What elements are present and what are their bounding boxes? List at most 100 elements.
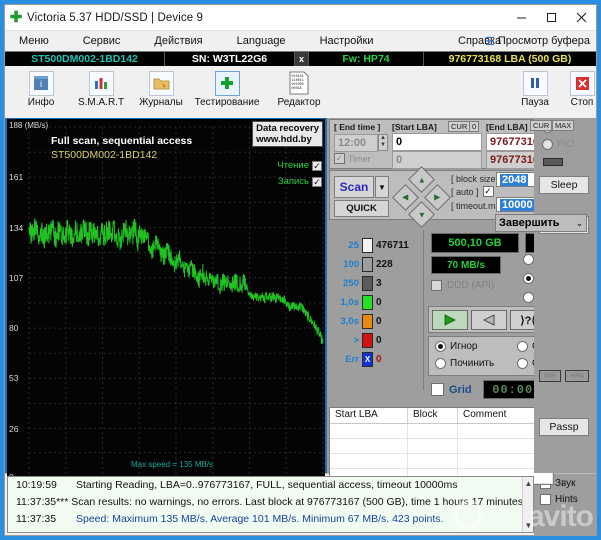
device-firmware: Fw: HP74 bbox=[309, 51, 424, 67]
end-lba-max-chip[interactable]: MAX bbox=[552, 120, 575, 131]
end-lba-cur-chip[interactable]: CUR bbox=[530, 120, 553, 131]
log-area: 10:19:59 Starting Reading, LBA=0..976773… bbox=[5, 473, 596, 535]
menu-item-menu[interactable]: Меню bbox=[13, 35, 55, 47]
defect-table-header: Start LBA Block Comment bbox=[330, 408, 553, 424]
block-stat-swatch-5 bbox=[362, 333, 373, 348]
block-stat-row-4: 3,0s 0 bbox=[333, 312, 423, 331]
grid-checkbox[interactable] bbox=[431, 383, 444, 396]
rewind-icon-button[interactable] bbox=[471, 310, 507, 330]
start-lba-input[interactable]: 0 bbox=[392, 133, 482, 151]
wr-button[interactable]: WR bbox=[539, 370, 561, 382]
play-icon-button[interactable] bbox=[432, 310, 468, 330]
block-stats-list: 25 476711 100 228 250 3 1,0s 0 3,0s 0 > … bbox=[333, 236, 423, 369]
write-radio-dot[interactable] bbox=[523, 292, 534, 303]
start-lba-cur-button[interactable]: CUR bbox=[448, 121, 471, 132]
auto-checkbox[interactable]: ✓ bbox=[482, 186, 494, 197]
block-stat-count-0: 476711 bbox=[376, 240, 409, 251]
toolbar-editor-button[interactable]: 010101 110011 101000 0001A Редактор bbox=[263, 68, 335, 108]
defect-table[interactable]: Start LBA Block Comment bbox=[329, 407, 554, 485]
end-time-spinner[interactable]: ▲ ▼ bbox=[378, 134, 388, 151]
svg-text:i: i bbox=[40, 79, 42, 89]
testing-plus-icon bbox=[214, 70, 240, 96]
passp-button[interactable]: Passp bbox=[539, 418, 589, 436]
pio-radio-dot[interactable] bbox=[542, 139, 553, 150]
maximize-icon[interactable] bbox=[536, 5, 566, 31]
scroll-down-icon[interactable]: ▼ bbox=[523, 521, 533, 530]
legend-write[interactable]: Запись ✓ bbox=[278, 176, 322, 187]
toolbar-info-label: Инфо bbox=[27, 97, 55, 108]
refresh-radio-dot[interactable] bbox=[517, 358, 528, 369]
ignore-radio-dot[interactable] bbox=[435, 341, 446, 352]
ddd-api-checkbox[interactable] bbox=[431, 280, 442, 291]
scan-button[interactable]: Scan bbox=[334, 176, 374, 198]
chevron-down-icon-3: ⌄ bbox=[576, 218, 583, 228]
scan-speed-graph[interactable]: 188 (MB/s) Full scan, sequential access … bbox=[7, 119, 325, 491]
hints-checkbox[interactable] bbox=[540, 494, 551, 505]
ddd-api-option[interactable]: DDD (API) bbox=[431, 280, 494, 291]
buffer-view-button[interactable]: ☰ Просмотр буфера bbox=[485, 35, 590, 48]
close-icon[interactable] bbox=[566, 5, 596, 31]
table-row[interactable] bbox=[330, 424, 553, 439]
sleep-button[interactable]: Sleep bbox=[539, 176, 589, 194]
block-size-label: [ block size ] bbox=[451, 174, 501, 184]
toolbar-stop-button[interactable]: Стоп bbox=[552, 68, 601, 108]
y-axis-tick-53: 53 bbox=[9, 373, 19, 384]
toolbar-smart-button[interactable]: S.M.A.R.T bbox=[71, 68, 131, 108]
read-radio-dot[interactable] bbox=[523, 273, 534, 284]
verify-radio-dot[interactable] bbox=[523, 254, 534, 265]
block-stat-count-2: 3 bbox=[376, 278, 382, 289]
screenshot-root: ✚ Victoria 5.37 HDD/SSD | Device 9 Меню … bbox=[0, 0, 601, 540]
end-lba-label: [End LBA] bbox=[486, 122, 528, 132]
end-time-input[interactable]: 12:00 bbox=[334, 134, 378, 152]
minimize-icon[interactable] bbox=[506, 5, 536, 31]
log-list[interactable]: 10:19:59 Starting Reading, LBA=0..976773… bbox=[7, 476, 534, 533]
log-text-1: *** Scan results: no warnings, no errors… bbox=[56, 496, 534, 508]
toolbar-logs-button[interactable]: Журналы bbox=[131, 68, 191, 108]
sound-label: Звук bbox=[555, 478, 576, 489]
block-size-value: 2048 bbox=[500, 173, 529, 186]
timer-label: Timer bbox=[348, 153, 371, 164]
scroll-up-icon[interactable]: ▲ bbox=[523, 479, 533, 488]
ddd-api-label: DDD (API) bbox=[447, 280, 495, 291]
defect-ignore-radio[interactable]: Игнор bbox=[435, 341, 477, 352]
table-row[interactable] bbox=[330, 454, 553, 469]
y-axis-tick-26: 26 bbox=[9, 423, 19, 434]
legend-read-checkbox[interactable]: ✓ bbox=[312, 160, 322, 171]
block-stat-swatch-4 bbox=[362, 314, 373, 329]
menu-item-service[interactable]: Сервис bbox=[77, 35, 127, 47]
window-title: Victoria 5.37 HDD/SSD | Device 9 bbox=[27, 11, 203, 24]
toolbar-testing-label: Тестирование bbox=[194, 97, 260, 108]
start-lba-zero-button[interactable]: 0 bbox=[469, 121, 480, 132]
toolbar-stop-label: Стоп bbox=[570, 97, 594, 108]
menu-item-language[interactable]: Language bbox=[231, 35, 292, 47]
quick-button[interactable]: QUICK bbox=[334, 200, 389, 217]
legend-write-checkbox[interactable]: ✓ bbox=[312, 176, 322, 187]
timer-checkbox[interactable]: ✓ bbox=[334, 153, 345, 164]
pio-radio[interactable]: PIO bbox=[542, 139, 574, 150]
log-scrollbar[interactable]: ▲ ▼ bbox=[522, 477, 533, 532]
toolbar-info-button[interactable]: i Инфо bbox=[11, 68, 71, 108]
speed-readout: 70 MB/s bbox=[431, 256, 501, 274]
grid-toggle[interactable]: Grid bbox=[431, 383, 472, 396]
legend-read[interactable]: Чтение ✓ bbox=[277, 160, 322, 171]
menu-item-settings[interactable]: Настройки bbox=[314, 35, 380, 47]
scan-dropdown-arrow[interactable]: ▼ bbox=[375, 176, 389, 198]
defect-repair-radio[interactable]: Починить bbox=[435, 358, 494, 369]
toolbar-logs-label: Журналы bbox=[139, 97, 183, 108]
capacity-readout: 500,10 GB bbox=[431, 233, 519, 253]
erase-radio-dot[interactable] bbox=[517, 341, 528, 352]
device-x-flag[interactable]: x bbox=[295, 51, 309, 67]
toolbar-testing-button[interactable]: Тестирование bbox=[191, 68, 263, 108]
menu-item-actions[interactable]: Действия bbox=[148, 35, 208, 47]
repair-radio-dot[interactable] bbox=[435, 358, 446, 369]
main-body: 188 (MB/s) Full scan, sequential access … bbox=[5, 118, 596, 491]
block-stat-row-6: Err X 0 bbox=[333, 350, 423, 369]
table-row[interactable] bbox=[330, 439, 553, 454]
navigation-dpad[interactable]: ▲ ◀ ▶ ▼ bbox=[392, 166, 451, 228]
hpa-button[interactable]: HPA bbox=[565, 370, 589, 382]
ignore-label: Игнор bbox=[450, 341, 478, 352]
hdd-by-watermark: Data recovery www.hdd.by bbox=[252, 121, 323, 147]
finish-action-combo[interactable]: Завершить ⌄ bbox=[495, 214, 587, 232]
timeout-value: 10000 bbox=[500, 198, 535, 211]
hints-toggle[interactable]: Hints bbox=[540, 494, 596, 505]
